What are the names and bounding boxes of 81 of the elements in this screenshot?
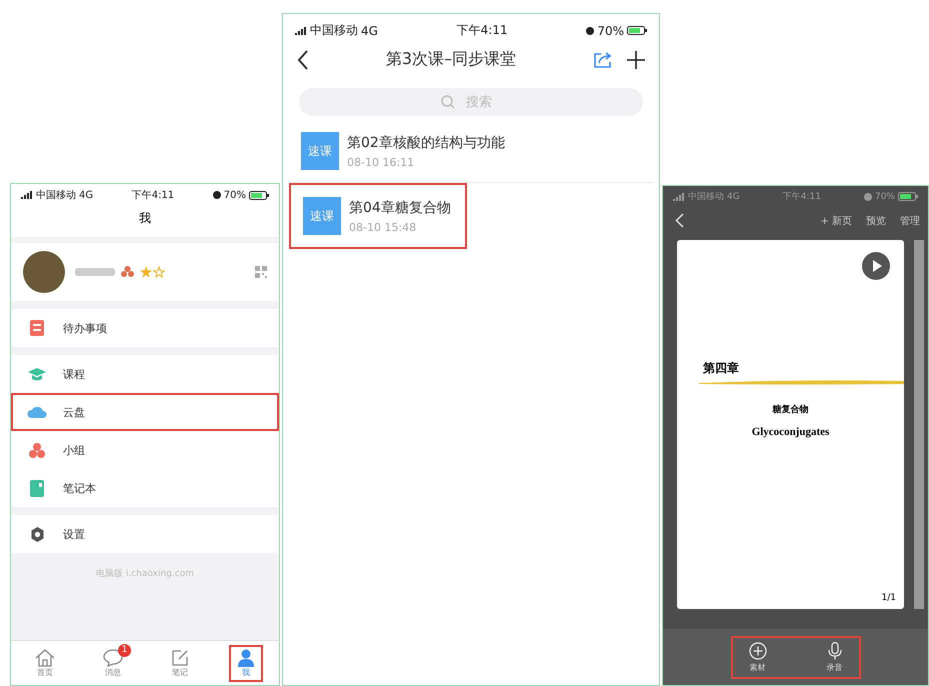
graduation-cap-icon xyxy=(28,368,46,380)
screen-title: 我 xyxy=(11,206,279,237)
cloud-icon xyxy=(27,406,47,418)
menu-label: 笔记本 xyxy=(63,480,96,496)
menu-item[interactable]: 课程 xyxy=(11,355,279,393)
play-icon[interactable] xyxy=(862,252,890,280)
battery-percent: 70% xyxy=(874,192,895,202)
lesson-thumbnail: 速课 xyxy=(303,197,341,235)
nav-action[interactable]: 管理 xyxy=(900,214,920,228)
tab[interactable]: 1 消息 xyxy=(95,644,131,682)
battery-icon xyxy=(898,192,918,201)
menu-label: 待办事项 xyxy=(63,320,107,336)
star-outline-icon xyxy=(153,266,165,278)
plus-circle-icon xyxy=(748,642,766,660)
search-icon xyxy=(441,95,455,109)
plus-icon[interactable] xyxy=(627,50,645,68)
network-type: 4G xyxy=(361,24,378,38)
screen-title: 第3次课–同步课堂 xyxy=(384,49,518,70)
menu-label: 云盘 xyxy=(63,404,85,420)
status-time: 下午4:11 xyxy=(456,22,508,39)
share-icon[interactable] xyxy=(593,50,613,68)
battery-icon xyxy=(627,26,647,35)
lesson-item[interactable]: 速课 第04章糖复合物 08-10 15:48 xyxy=(289,183,467,249)
chat-bubble-icon xyxy=(103,648,123,666)
nav-action[interactable]: 预览 xyxy=(866,214,886,228)
unread-badge: 1 xyxy=(118,644,131,656)
battery-icon xyxy=(248,190,269,200)
signal-icon xyxy=(21,191,33,199)
group-icon xyxy=(29,442,45,458)
menu-item[interactable]: 笔记本 xyxy=(11,469,279,507)
signal-icon xyxy=(295,26,307,34)
status-time: 下午4:11 xyxy=(132,189,174,202)
slide-title: 糖复合物 xyxy=(772,403,808,416)
checklist-icon xyxy=(30,320,44,336)
network-type: 4G xyxy=(727,192,740,202)
status-time: 下午4:11 xyxy=(782,190,821,203)
person-icon xyxy=(237,648,255,666)
notebook-icon xyxy=(30,480,44,496)
microphone-icon xyxy=(828,642,842,660)
star-icon xyxy=(140,266,152,278)
settings-icon xyxy=(30,526,44,542)
search-field[interactable]: 搜索 xyxy=(299,88,643,116)
footer-text: 电脑版 i.chaoxing.com xyxy=(96,569,194,579)
menu-item[interactable]: 小组 xyxy=(11,431,279,469)
home-icon xyxy=(35,648,55,666)
battery-percent: 70% xyxy=(597,24,624,38)
alarm-icon xyxy=(586,26,594,34)
back-icon[interactable] xyxy=(297,50,309,70)
lesson-item[interactable]: 速课 第02章核酸的结构与功能 08-10 16:11 xyxy=(289,120,653,183)
network-type: 4G xyxy=(79,190,94,200)
page-indicator: 1/1 xyxy=(882,593,896,603)
alarm-icon xyxy=(212,191,221,199)
blurred-name xyxy=(75,268,115,276)
carrier-name: 中国移动 xyxy=(36,188,76,202)
tab[interactable]: 首页 xyxy=(27,644,63,682)
battery-percent: 70% xyxy=(224,190,246,200)
menu-label: 设置 xyxy=(63,526,85,542)
signal-icon xyxy=(673,192,685,200)
menu-item[interactable]: 设置 xyxy=(11,515,279,553)
alarm-icon xyxy=(864,192,872,200)
slide-chapter: 第四章 xyxy=(703,360,739,377)
nav-action[interactable]: + 新页 xyxy=(820,214,852,228)
tab[interactable]: 我 xyxy=(229,644,263,682)
carrier-name: 中国移动 xyxy=(310,22,358,39)
menu-item[interactable]: 待办事项 xyxy=(11,309,279,347)
lesson-title: 第04章糖复合物 xyxy=(349,198,451,216)
lesson-title: 第02章核酸的结构与功能 xyxy=(347,134,505,152)
lesson-date: 08-10 16:11 xyxy=(347,156,416,168)
flower-icon xyxy=(121,266,134,278)
edit-note-icon xyxy=(171,648,189,666)
tool-button[interactable]: 素材 xyxy=(748,642,766,672)
tool-button[interactable]: 录音 xyxy=(826,642,842,672)
tab[interactable]: 笔记 xyxy=(163,644,197,682)
slide-subtitle: Glycoconjugates xyxy=(752,426,830,438)
carrier-name: 中国移动 xyxy=(688,190,724,203)
lesson-thumbnail: 速课 xyxy=(301,132,339,170)
menu-label: 小组 xyxy=(63,442,85,458)
menu-item[interactable]: 云盘 xyxy=(11,393,279,431)
menu-label: 课程 xyxy=(63,366,85,382)
lesson-date: 08-10 15:48 xyxy=(349,220,418,234)
avatar xyxy=(23,251,65,293)
